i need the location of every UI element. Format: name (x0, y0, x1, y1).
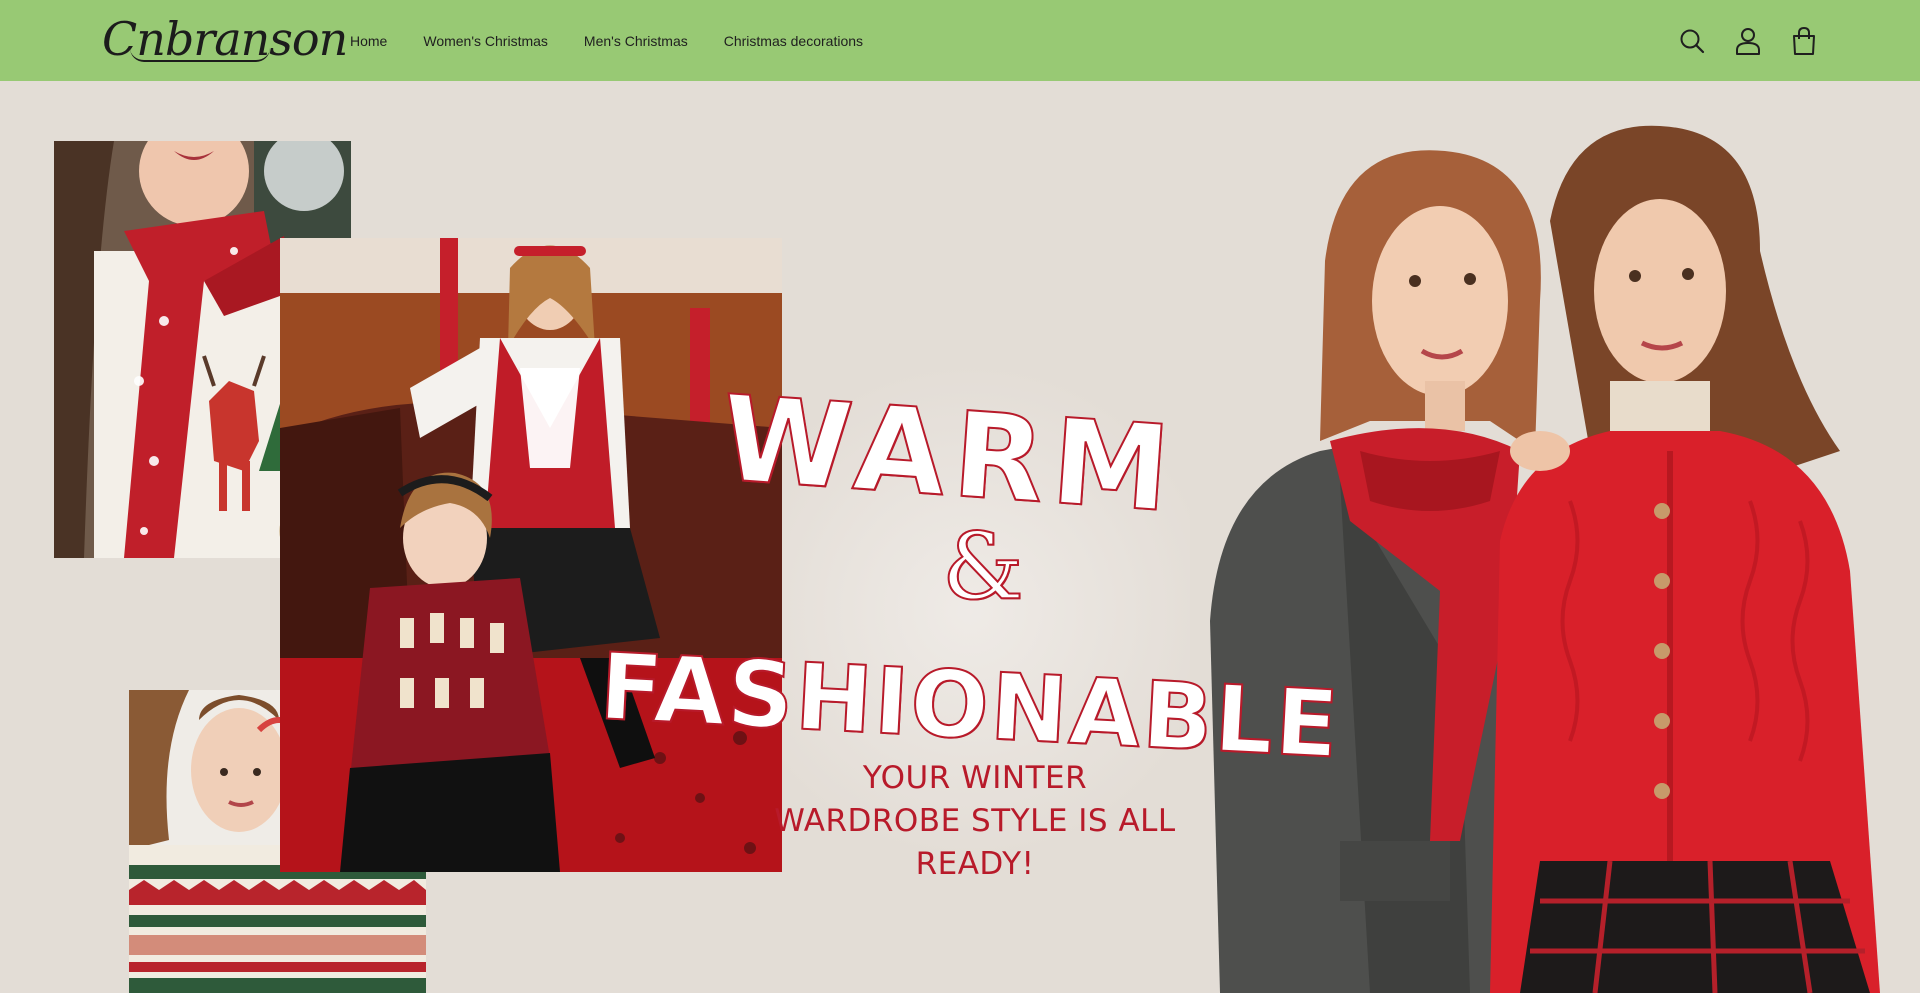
hero-subline: YOUR WINTER WARDROBE STYLE IS ALL READY! (770, 757, 1180, 886)
logo-swash (130, 48, 270, 62)
hero-banner[interactable]: WARM & FASHIONABLE YOUR WINTER WARDROBE … (0, 81, 1920, 993)
nav-item-womens-christmas[interactable]: Women's Christmas (423, 33, 548, 49)
main-nav: Home Women's Christmas Men's Christmas C… (350, 0, 899, 81)
site-header: Cnbranson Home Women's Christmas Men's C… (0, 0, 1920, 81)
photo-two-women (1190, 121, 1920, 993)
header-icons (1676, 0, 1820, 81)
account-icon[interactable] (1732, 25, 1764, 57)
search-icon[interactable] (1676, 25, 1708, 57)
photo-girls-on-couch (280, 238, 782, 872)
hero-subline-line-3: READY! (915, 846, 1035, 882)
cart-bag-icon[interactable] (1788, 25, 1820, 57)
nav-item-mens-christmas[interactable]: Men's Christmas (584, 33, 688, 49)
headline-warm: WARM (716, 368, 1183, 540)
hero-subline-line-2: WARDROBE STYLE IS ALL (774, 803, 1176, 839)
headline-ampersand: & (941, 513, 1025, 620)
nav-item-home[interactable]: Home (350, 33, 387, 49)
hero-subline-line-1: YOUR WINTER (862, 760, 1088, 796)
nav-item-christmas-decorations[interactable]: Christmas decorations (724, 33, 863, 49)
